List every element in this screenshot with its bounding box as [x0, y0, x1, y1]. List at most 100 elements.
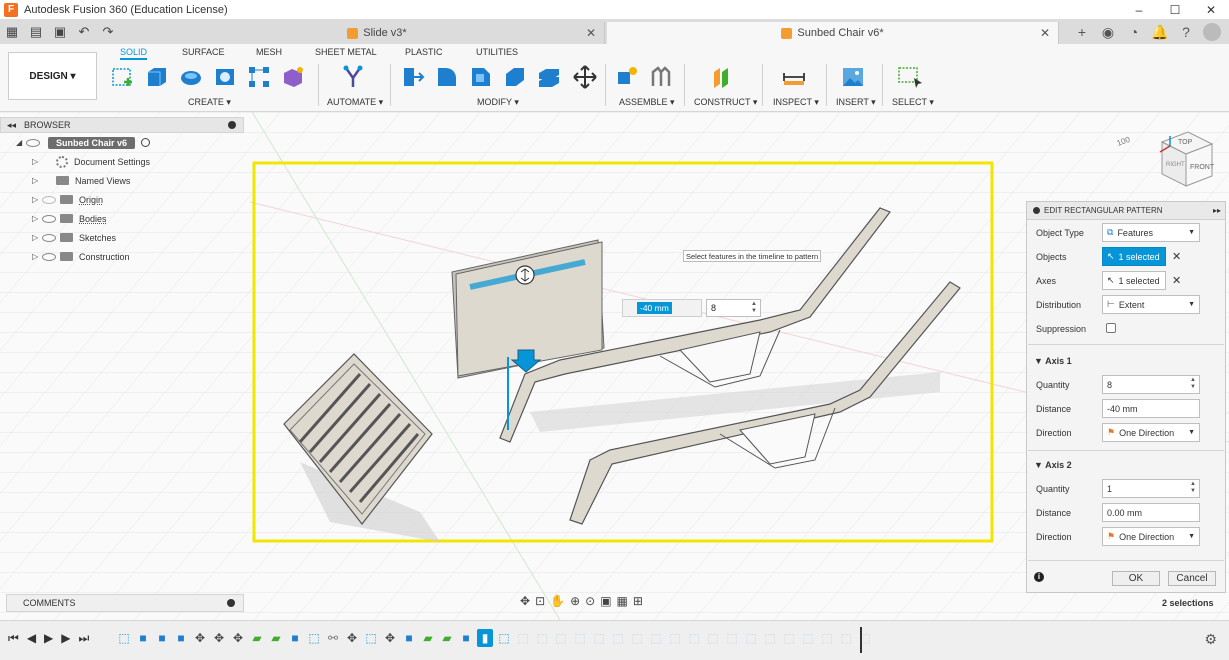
objects-selector[interactable]: ↖ 1 selected — [1102, 247, 1166, 266]
timeline-plane-icon[interactable]: ▰ — [249, 629, 265, 647]
window-select-icon[interactable] — [896, 64, 922, 90]
suppression-checkbox[interactable] — [1106, 323, 1116, 333]
tab-close-icon[interactable]: ✕ — [1040, 26, 1050, 40]
redo-icon[interactable]: ↷ — [96, 24, 120, 40]
stepper-arrows-icon[interactable]: ▲ ▼ — [1190, 377, 1196, 391]
tab-mesh[interactable]: MESH — [256, 47, 282, 57]
move-copy-icon[interactable] — [572, 64, 598, 90]
cancel-button[interactable]: Cancel — [1168, 571, 1216, 586]
timeline-plane-icon[interactable]: ▰ — [268, 629, 284, 647]
tab-sunbed-chair[interactable]: Sunbed Chair v6* ✕ — [607, 22, 1059, 44]
timeline-move-icon[interactable]: ✥ — [382, 629, 398, 647]
new-tab-icon[interactable]: + — [1069, 22, 1095, 42]
tab-plastic[interactable]: PLASTIC — [405, 47, 443, 57]
axis2-direction-select[interactable]: ⚑ One Direction ▼ — [1102, 527, 1200, 546]
expand-icon[interactable]: ▷ — [32, 214, 42, 223]
help-icon[interactable]: ? — [1173, 22, 1199, 42]
timeline-body-icon[interactable]: ■ — [401, 629, 417, 647]
axis1-direction-select[interactable]: ⚑ One Direction ▼ — [1102, 423, 1200, 442]
timeline-body-icon[interactable]: ■ — [458, 629, 474, 647]
create-menu[interactable]: CREATE ▾ — [188, 97, 231, 108]
combine-icon[interactable] — [536, 64, 562, 90]
axis1-section-header[interactable]: ▼ Axis 1 — [1034, 356, 1072, 366]
expand-panel-icon[interactable]: ▸▸ — [1213, 206, 1221, 215]
timeline-sketch-icon[interactable]: ⬚ — [496, 629, 512, 647]
timeline-move-icon[interactable]: ✥ — [211, 629, 227, 647]
pin-icon[interactable] — [228, 121, 236, 129]
timeline-sketch-icon[interactable]: ⬚ — [116, 629, 132, 647]
timeline-move-icon[interactable]: ✥ — [230, 629, 246, 647]
expand-icon[interactable]: ▷ — [32, 252, 42, 261]
visibility-icon[interactable] — [26, 138, 40, 147]
expand-icon[interactable]: ▷ — [32, 176, 42, 185]
browser-item-bodies[interactable]: ▷ Bodies — [0, 209, 244, 228]
press-pull-icon[interactable] — [400, 64, 426, 90]
chamfer-icon[interactable] — [468, 64, 494, 90]
zoom-icon[interactable]: ⊕ — [570, 594, 580, 612]
stepper-arrows-icon[interactable]: ▲ ▼ — [751, 301, 757, 315]
save-icon[interactable]: ▣ — [48, 24, 72, 40]
timeline-move-icon[interactable]: ✥ — [344, 629, 360, 647]
display-settings-icon[interactable]: ▣ — [600, 594, 611, 612]
timeline-faded-icon[interactable]: ⬚ — [610, 629, 626, 647]
ok-button[interactable]: OK — [1112, 571, 1160, 586]
look-at-icon[interactable]: ⊡ — [535, 594, 545, 612]
pattern-icon[interactable] — [246, 64, 272, 90]
go-to-end-icon[interactable]: ⏭ — [79, 631, 90, 646]
browser-item-named-views[interactable]: ▷ Named Views — [0, 171, 244, 190]
timeline-body-icon[interactable]: ■ — [135, 629, 151, 647]
timeline-faded-icon[interactable]: ⬚ — [838, 629, 854, 647]
timeline-faded-icon[interactable]: ⬚ — [686, 629, 702, 647]
revolve-icon[interactable] — [178, 64, 204, 90]
timeline-sketch-icon[interactable]: ⬚ — [306, 629, 322, 647]
minimize-icon[interactable]: – — [1121, 0, 1157, 20]
visibility-icon[interactable] — [42, 214, 56, 223]
undo-icon[interactable]: ↶ — [72, 24, 96, 40]
browser-item-origin[interactable]: ▷ Origin — [0, 190, 244, 209]
object-type-select[interactable]: ⧉ Features ▼ — [1102, 223, 1200, 242]
extrude-icon[interactable] — [144, 64, 170, 90]
browser-item-sketches[interactable]: ▷ Sketches — [0, 228, 244, 247]
add-comment-icon[interactable] — [227, 599, 235, 607]
timeline-plane-icon[interactable]: ▰ — [439, 629, 455, 647]
select-menu[interactable]: SELECT ▾ — [892, 97, 934, 108]
timeline-plane-icon[interactable]: ▰ — [420, 629, 436, 647]
timeline-faded-icon[interactable]: ⬚ — [800, 629, 816, 647]
automate-icon[interactable] — [340, 64, 366, 90]
browser-item-document-settings[interactable]: ▷ Document Settings — [0, 152, 244, 171]
tab-sheet-metal[interactable]: SHEET METAL — [315, 47, 377, 57]
fit-icon[interactable]: ⊙ — [585, 594, 595, 612]
timeline-faded-icon[interactable]: ⬚ — [648, 629, 664, 647]
extensions-icon[interactable]: ◉ — [1095, 22, 1121, 42]
timeline-faded-icon[interactable]: ⬚ — [819, 629, 835, 647]
new-component-icon[interactable] — [614, 64, 640, 90]
expand-icon[interactable]: ▷ — [32, 195, 42, 204]
visibility-icon[interactable] — [42, 195, 56, 204]
info-icon[interactable]: i — [1034, 572, 1044, 582]
notifications-icon[interactable]: 🔔 — [1147, 22, 1173, 42]
distance-input[interactable]: -40 mm — [622, 299, 702, 317]
tab-solid[interactable]: SOLID — [120, 47, 148, 60]
expand-icon[interactable]: ◢ — [16, 138, 26, 147]
stepper-arrows-icon[interactable]: ▲ ▼ — [1190, 481, 1196, 495]
offset-plane-icon[interactable] — [710, 64, 736, 90]
timeline-body-icon[interactable]: ■ — [173, 629, 189, 647]
create-sketch-icon[interactable] — [110, 64, 136, 90]
timeline-faded-icon[interactable]: ⬚ — [667, 629, 683, 647]
timeline-faded-icon[interactable]: ⬚ — [553, 629, 569, 647]
timeline-settings-icon[interactable]: ⚙ — [1204, 631, 1217, 648]
timeline-faded-icon[interactable]: ⬚ — [515, 629, 531, 647]
inspect-menu[interactable]: INSPECT ▾ — [773, 97, 819, 108]
timeline-faded-icon[interactable]: ⬚ — [591, 629, 607, 647]
clear-objects-icon[interactable]: ✕ — [1172, 250, 1181, 263]
timeline-faded-icon[interactable]: ⬚ — [743, 629, 759, 647]
hole-icon[interactable] — [212, 64, 238, 90]
joint-icon[interactable] — [648, 64, 674, 90]
grid-menu-icon[interactable]: ▦ — [0, 24, 24, 40]
orbit-icon[interactable]: ✥ — [520, 594, 530, 612]
timeline-body-icon[interactable]: ■ — [287, 629, 303, 647]
tab-close-icon[interactable]: ✕ — [586, 26, 596, 40]
timeline-marker[interactable] — [860, 627, 862, 653]
comments-panel[interactable]: COMMENTS — [6, 594, 244, 612]
activate-icon[interactable] — [141, 138, 151, 147]
